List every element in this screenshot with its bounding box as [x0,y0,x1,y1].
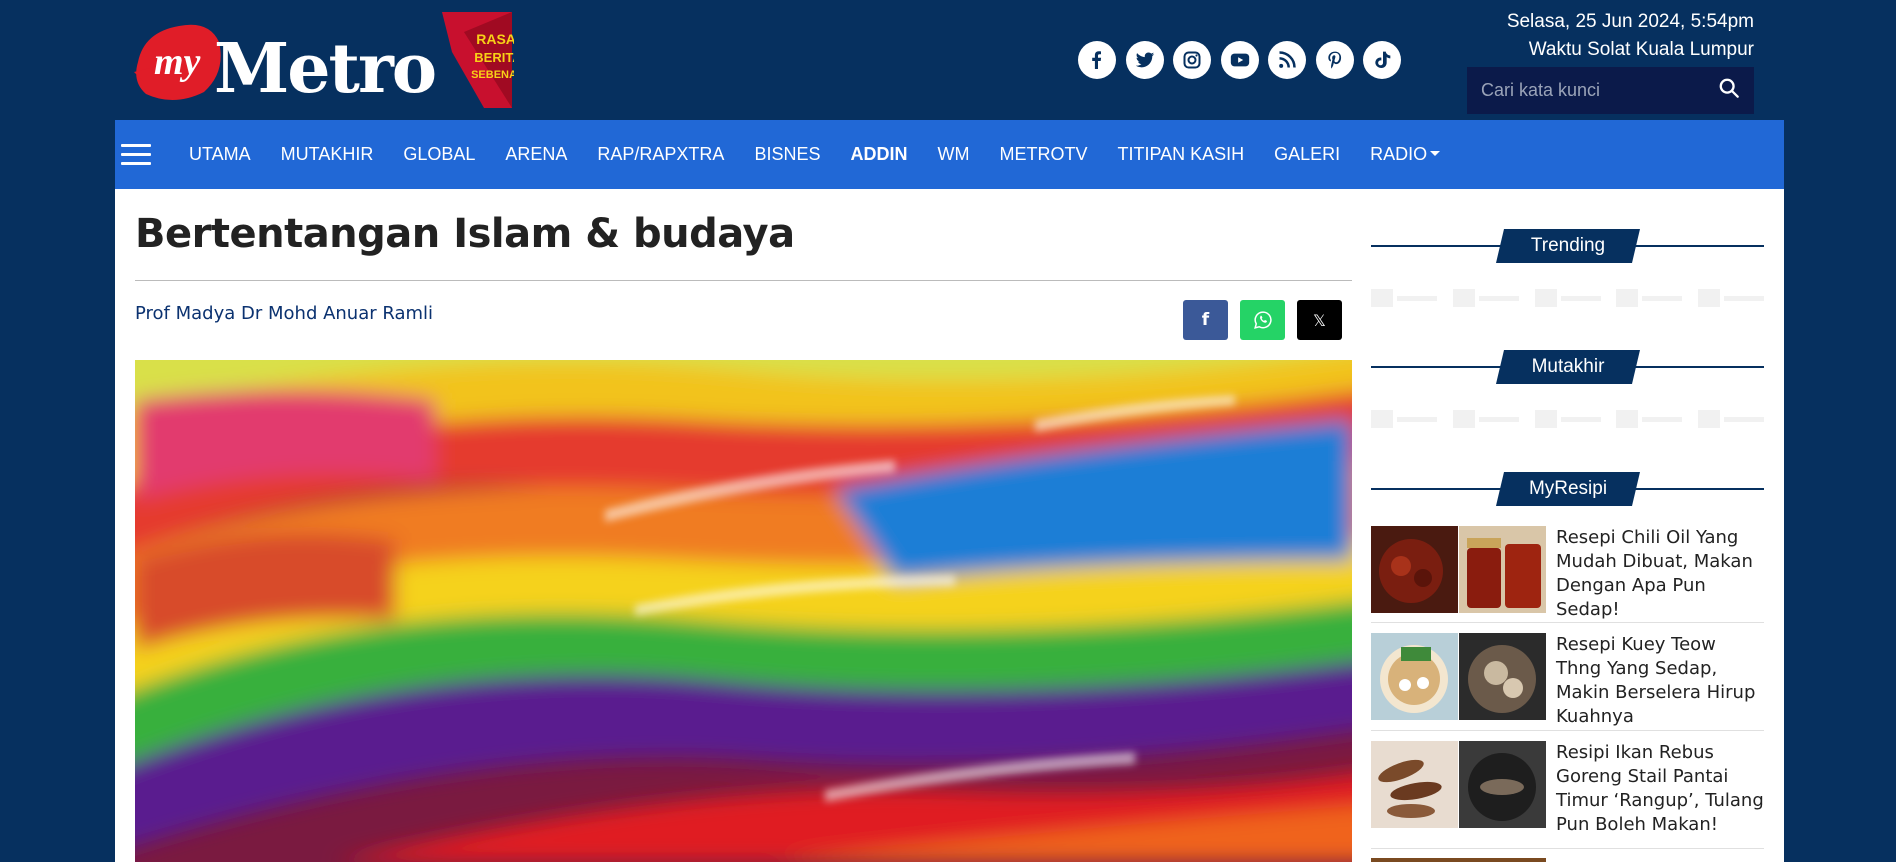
search-icon[interactable] [1718,77,1740,104]
recipe-thumbnail[interactable] [1371,741,1546,828]
prayer-times-link[interactable]: Waktu Solat Kuala Lumpur [1507,36,1754,64]
nav-item-metrotv[interactable]: METROTV [999,144,1087,165]
title-divider [135,280,1352,281]
youtube-icon[interactable] [1220,41,1259,79]
section-mutakhir: Mutakhir [1371,350,1764,384]
nav-item-rap[interactable]: RAP/RAPXTRA [597,144,724,165]
instagram-icon[interactable] [1173,41,1211,79]
facebook-share-icon: f [1201,310,1210,330]
twitter-icon[interactable] [1125,41,1164,79]
recipe-title[interactable]: Resepi Kuey Teow Thng Yang Sedap, Makin … [1556,633,1764,729]
share-whatsapp-button[interactable] [1240,300,1285,340]
nav-item-radio-label: RADIO [1370,144,1428,164]
social-links [1078,41,1401,79]
nav-item-arena[interactable]: ARENA [505,144,567,165]
search-input[interactable] [1481,80,1718,101]
share-buttons: f 𝕏 [1183,300,1342,340]
article: Bertentangan Islam & budaya Prof Madya D… [135,189,1352,862]
section-trending-title[interactable]: Trending [1496,229,1640,263]
recipe-divider [1371,622,1764,623]
logo-tagline-1: RASAI [476,31,514,47]
nav-item-radio[interactable]: RADIO [1370,144,1441,165]
logo-tagline-3: SEBENAR [471,69,514,81]
site-logo[interactable]: my Metro RASAI BERITA SEBENAR [134,12,525,110]
share-twitter-button[interactable]: 𝕏 [1297,300,1342,340]
pinterest-icon[interactable] [1315,41,1354,79]
section-trending: Trending [1371,229,1764,263]
section-myresipi: MyResipi [1371,472,1764,506]
logo-my: my [154,41,201,83]
tiktok-icon[interactable] [1363,41,1401,79]
share-facebook-button[interactable]: f [1183,300,1228,340]
article-title: Bertentangan Islam & budaya [135,211,795,257]
trending-loading-placeholder [1371,287,1764,309]
caret-down-icon [1430,151,1441,157]
main-nav: UTAMA MUTAKHIR GLOBAL ARENA RAP/RAPXTRA … [115,120,1784,189]
section-myresipi-title[interactable]: MyResipi [1496,472,1640,506]
current-date: Selasa, 25 Jun 2024, 5:54pm [1506,11,1754,32]
hero-image [135,360,1352,862]
recipe-title[interactable]: Resipi Ikan Rebus Goreng Stail Pantai Ti… [1556,741,1764,837]
content-area: Bertentangan Islam & budaya Prof Madya D… [115,189,1784,862]
nav-item-titipan-kasih[interactable]: TITIPAN KASIH [1117,144,1244,165]
recipe-thumbnail-partial [1371,858,1546,862]
recipe-divider [1371,730,1764,731]
hamburger-menu-icon[interactable] [121,144,151,165]
section-mutakhir-title[interactable]: Mutakhir [1496,350,1640,384]
article-author[interactable]: Prof Madya Dr Mohd Anuar Ramli [135,303,433,324]
whatsapp-icon [1253,311,1272,329]
nav-item-galeri[interactable]: GALERI [1274,144,1340,165]
recipe-item[interactable]: Resipi Ikan Rebus Goreng Stail Pantai Ti… [1371,741,1764,837]
rss-icon[interactable] [1268,41,1306,79]
facebook-icon[interactable] [1078,41,1116,79]
x-icon: 𝕏 [1313,310,1326,330]
nav-item-mutakhir[interactable]: MUTAKHIR [281,144,374,165]
recipe-item[interactable]: Resepi Kuey Teow Thng Yang Sedap, Makin … [1371,633,1764,729]
nav-item-global[interactable]: GLOBAL [403,144,475,165]
nav-item-bisnes[interactable]: BISNES [754,144,820,165]
search-bar [1467,67,1754,114]
date-block: Selasa, 25 Jun 2024, 5:54pm Waktu Solat … [1507,8,1754,64]
nav-item-wm[interactable]: WM [937,144,969,165]
logo-tagline-2: BERITA [474,50,514,65]
recipe-title[interactable]: Resepi Chili Oil Yang Mudah Dibuat, Maka… [1556,526,1764,622]
mutakhir-loading-placeholder [1371,408,1764,430]
recipe-item[interactable]: Resepi Chili Oil Yang Mudah Dibuat, Maka… [1371,526,1764,622]
logo-metro: Metro [214,29,435,109]
recipe-divider [1371,848,1764,849]
nav-item-utama[interactable]: UTAMA [189,144,251,165]
recipe-thumbnail[interactable] [1371,633,1546,720]
recipe-thumbnail[interactable] [1371,526,1546,613]
nav-item-addin[interactable]: ADDIN [850,144,907,165]
